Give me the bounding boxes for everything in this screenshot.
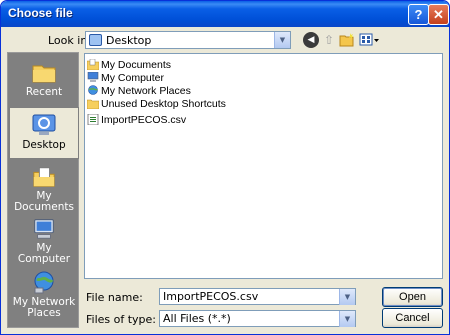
network-places-icon [34, 271, 54, 294]
file-name: My Network Places [101, 84, 191, 97]
file-type-dropdown[interactable]: All Files (*.*) ▼ [159, 310, 356, 327]
list-item[interactable]: My Documents [87, 58, 171, 71]
chevron-down-icon[interactable]: ▼ [339, 289, 355, 305]
desktop-icon [32, 114, 56, 135]
look-in-value: Desktop [106, 34, 152, 47]
list-item[interactable]: ImportPECOS.csv [87, 113, 186, 126]
chevron-down-icon[interactable]: ▼ [339, 311, 355, 327]
close-button[interactable]: ✕ [428, 4, 449, 25]
network-places-icon [88, 85, 98, 95]
place-my-network-places[interactable]: My Network Places [9, 265, 79, 327]
place-label: My Computer [17, 242, 71, 265]
window-title: Choose file [8, 6, 73, 20]
back-arrow-icon[interactable]: ◀ [303, 32, 319, 48]
my-computer-icon [34, 219, 54, 239]
file-name-label: File name: [86, 291, 143, 304]
cancel-button[interactable]: Cancel [382, 308, 443, 328]
place-label: Desktop [22, 139, 66, 151]
places-bar: Recent Desktop My Documents My Computer … [7, 52, 79, 328]
place-label: My Documents [14, 190, 74, 213]
list-item[interactable]: My Network Places [87, 84, 191, 97]
recent-folder-icon [32, 65, 56, 83]
my-documents-icon [87, 59, 99, 70]
file-name-value: ImportPECOS.csv [163, 290, 259, 303]
new-folder-icon[interactable] [339, 32, 355, 48]
list-item[interactable]: Unused Desktop Shortcuts [87, 97, 226, 110]
file-name: Unused Desktop Shortcuts [101, 97, 226, 110]
place-label: Recent [25, 86, 63, 98]
list-item[interactable]: My Computer [87, 71, 164, 84]
file-name: My Computer [101, 71, 165, 84]
file-name: ImportPECOS.csv [101, 113, 187, 126]
my-computer-icon [87, 72, 99, 82]
file-type-label: Files of type: [86, 313, 157, 326]
open-button[interactable]: Open [382, 287, 443, 307]
place-label: My Network Places [12, 296, 76, 319]
csv-file-icon [87, 114, 99, 125]
file-name-field[interactable]: ImportPECOS.csv ▼ [159, 288, 356, 305]
place-my-computer[interactable]: My Computer [9, 213, 79, 265]
choose-file-dialog: Choose file ? ✕ Look in: Desktop ▼ ◀ ⇧ R… [0, 0, 450, 335]
place-recent[interactable]: Recent [9, 55, 79, 107]
file-list[interactable]: My Documents My Computer My Network Plac… [84, 53, 443, 279]
look-in-dropdown[interactable]: Desktop ▼ [85, 31, 291, 49]
place-desktop[interactable]: Desktop [9, 107, 79, 159]
desktop-icon [89, 34, 102, 46]
views-menu-icon[interactable] [359, 32, 381, 48]
place-my-documents[interactable]: My Documents [9, 161, 79, 213]
help-button[interactable]: ? [408, 4, 429, 25]
file-name: My Documents [101, 58, 172, 71]
folder-icon [87, 99, 99, 109]
chevron-down-icon[interactable]: ▼ [274, 32, 290, 48]
up-folder-icon[interactable]: ⇧ [321, 32, 337, 48]
file-type-value: All Files (*.*) [163, 312, 231, 325]
title-bar[interactable]: Choose file ? ✕ [1, 1, 449, 27]
my-documents-icon [33, 167, 55, 187]
